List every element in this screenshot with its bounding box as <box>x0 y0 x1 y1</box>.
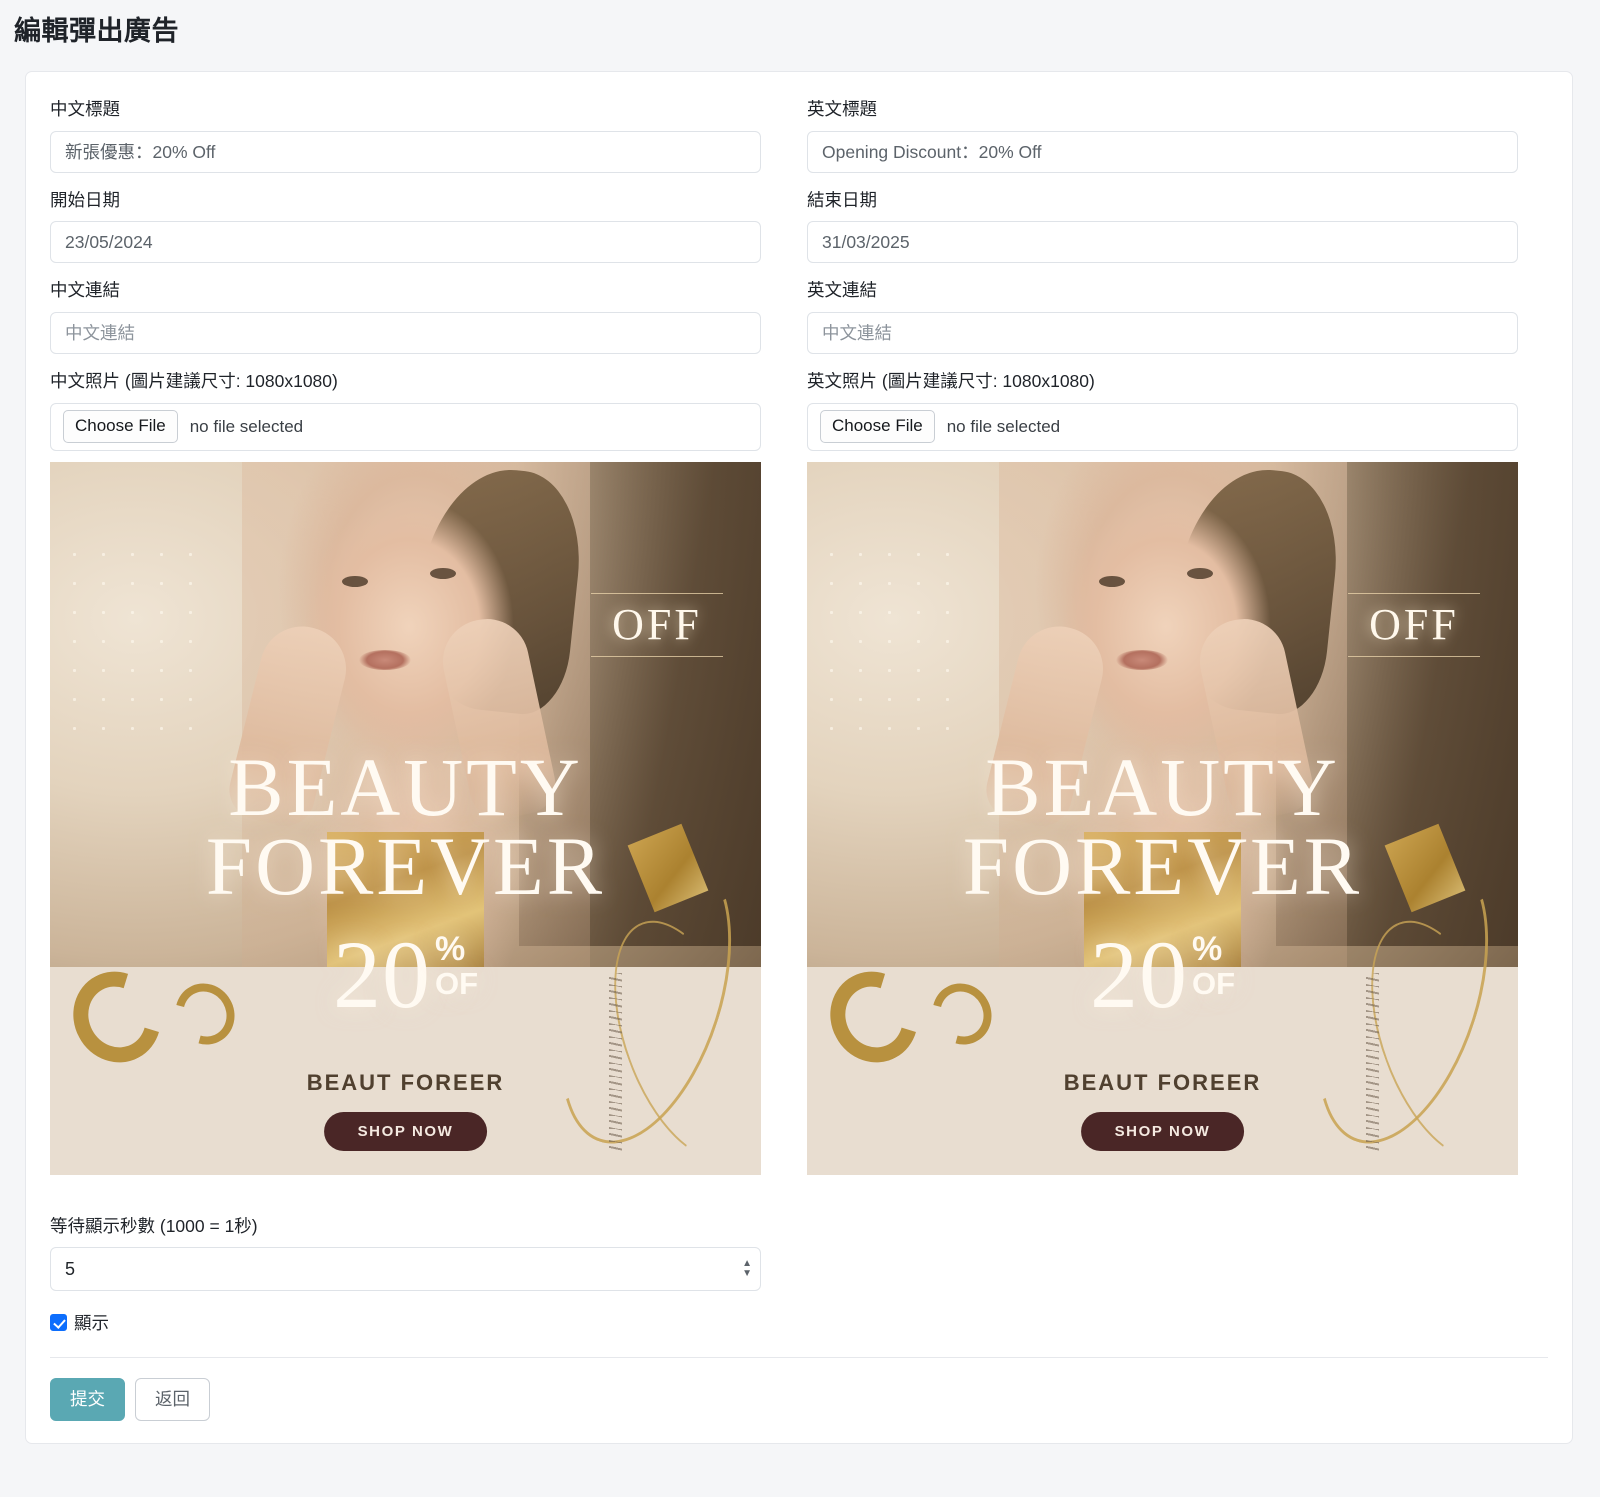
preview-dot-pattern <box>817 539 967 730</box>
field-en-photo: 英文照片 (圖片建議尺寸: 1080x1080) Choose File no … <box>807 370 1518 1175</box>
en-photo-file-input[interactable]: Choose File no file selected <box>807 402 1518 451</box>
zh-link-input[interactable]: 中文連結 <box>50 311 761 354</box>
start-date-label: 開始日期 <box>50 189 120 210</box>
edit-form-card: 中文標題 新張優惠：20% Off 開始日期 23/05/2024 中文連結 中… <box>25 71 1573 1444</box>
field-zh-link: 中文連結 中文連結 <box>50 279 761 354</box>
preview-model-eye-left <box>1098 575 1125 587</box>
delay-input[interactable]: 5 <box>50 1247 761 1292</box>
number-stepper[interactable]: ▲ ▼ <box>742 1259 752 1279</box>
delay-label: 等待顯示秒數 (1000 = 1秒) <box>50 1215 258 1236</box>
zh-choose-file-button[interactable]: Choose File <box>63 410 178 443</box>
delay-input-wrapper: 5 ▲ ▼ <box>50 1247 761 1292</box>
field-delay: 等待顯示秒數 (1000 = 1秒) 5 ▲ ▼ <box>50 1215 1548 1292</box>
back-button[interactable]: 返回 <box>135 1378 210 1421</box>
field-zh-photo: 中文照片 (圖片建議尺寸: 1080x1080) Choose File no … <box>50 370 761 1175</box>
submit-button[interactable]: 提交 <box>50 1378 125 1421</box>
bottom-controls: 等待顯示秒數 (1000 = 1秒) 5 ▲ ▼ 顯示 提交 返回 <box>50 1215 1548 1421</box>
preview-percent-number: 20 <box>332 920 431 1028</box>
field-en-link: 英文連結 中文連結 <box>807 279 1518 354</box>
preview-percent-symbol: % <box>1191 929 1223 968</box>
show-checkbox-label: 顯示 <box>74 1313 109 1334</box>
zh-image-preview: OFF BEAUTY FOREVER 20% OF BEAUT FOREER S… <box>50 461 761 1175</box>
en-link-input[interactable]: 中文連結 <box>807 311 1518 354</box>
preview-percent-off: OF <box>1191 965 1236 1001</box>
en-file-status: no file selected <box>946 416 1061 436</box>
en-photo-label: 英文照片 (圖片建議尺寸: 1080x1080) <box>807 370 1095 391</box>
preview-brand-text: BEAUT FOREER <box>306 1069 505 1095</box>
preview-percent-suffix: % OF <box>1192 932 1235 999</box>
preview-percent-off: OF <box>434 965 479 1001</box>
edit-popup-ad-page: 編輯彈出廣告 中文標題 新張優惠：20% Off 開始日期 23/05/2024… <box>0 0 1600 1497</box>
preview-brand-text: BEAUT FOREER <box>1063 1069 1262 1095</box>
preview-headline-line1: BEAUTY <box>228 740 583 833</box>
zh-file-status: no file selected <box>189 416 304 436</box>
stepper-down-icon[interactable]: ▼ <box>742 1269 752 1279</box>
preview-shop-now-button: SHOP NOW <box>323 1111 488 1151</box>
form-divider <box>50 1357 1548 1359</box>
action-buttons: 提交 返回 <box>50 1378 1548 1421</box>
preview-percent: 20% OF <box>807 926 1518 1022</box>
start-date-input[interactable]: 23/05/2024 <box>50 221 761 264</box>
field-en-title: 英文標題 Opening Discount：20% Off <box>807 98 1518 173</box>
preview-shop-now-button: SHOP NOW <box>1080 1111 1245 1151</box>
field-end-date: 結束日期 31/03/2025 <box>807 189 1518 264</box>
form-columns: 中文標題 新張優惠：20% Off 開始日期 23/05/2024 中文連結 中… <box>50 98 1548 1191</box>
preview-percent: 20% OF <box>50 926 761 1022</box>
preview-headline-line1: BEAUTY <box>985 740 1340 833</box>
stepper-up-icon[interactable]: ▲ <box>742 1259 752 1269</box>
preview-off-badge: OFF <box>591 592 723 657</box>
en-title-input[interactable]: Opening Discount：20% Off <box>807 130 1518 173</box>
preview-percent-suffix: % OF <box>435 932 478 999</box>
field-zh-title: 中文標題 新張優惠：20% Off <box>50 98 761 173</box>
end-date-label: 結束日期 <box>807 189 877 210</box>
chinese-column: 中文標題 新張優惠：20% Off 開始日期 23/05/2024 中文連結 中… <box>50 98 761 1191</box>
preview-dot-pattern <box>60 539 210 730</box>
en-choose-file-button[interactable]: Choose File <box>820 410 935 443</box>
page-title: 編輯彈出廣告 <box>14 16 179 46</box>
zh-title-input[interactable]: 新張優惠：20% Off <box>50 130 761 173</box>
english-column: 英文標題 Opening Discount：20% Off 結束日期 31/03… <box>807 98 1518 1191</box>
preview-model-eye-left <box>341 575 368 587</box>
en-image-preview: OFF BEAUTY FOREVER 20% OF BEAUT FOREER S… <box>807 461 1518 1175</box>
en-link-label: 英文連結 <box>807 280 877 301</box>
preview-percent-number: 20 <box>1089 920 1188 1028</box>
preview-off-badge: OFF <box>1348 592 1480 657</box>
end-date-input[interactable]: 31/03/2025 <box>807 221 1518 264</box>
zh-title-label: 中文標題 <box>50 99 120 119</box>
field-start-date: 開始日期 23/05/2024 <box>50 189 761 264</box>
zh-photo-label: 中文照片 (圖片建議尺寸: 1080x1080) <box>50 370 338 391</box>
preview-percent-symbol: % <box>434 929 466 968</box>
show-checkbox-row[interactable]: 顯示 <box>50 1310 1548 1335</box>
zh-photo-file-input[interactable]: Choose File no file selected <box>50 402 761 451</box>
en-title-label: 英文標題 <box>807 99 877 119</box>
zh-link-label: 中文連結 <box>50 280 120 301</box>
show-checkbox[interactable] <box>50 1314 67 1332</box>
